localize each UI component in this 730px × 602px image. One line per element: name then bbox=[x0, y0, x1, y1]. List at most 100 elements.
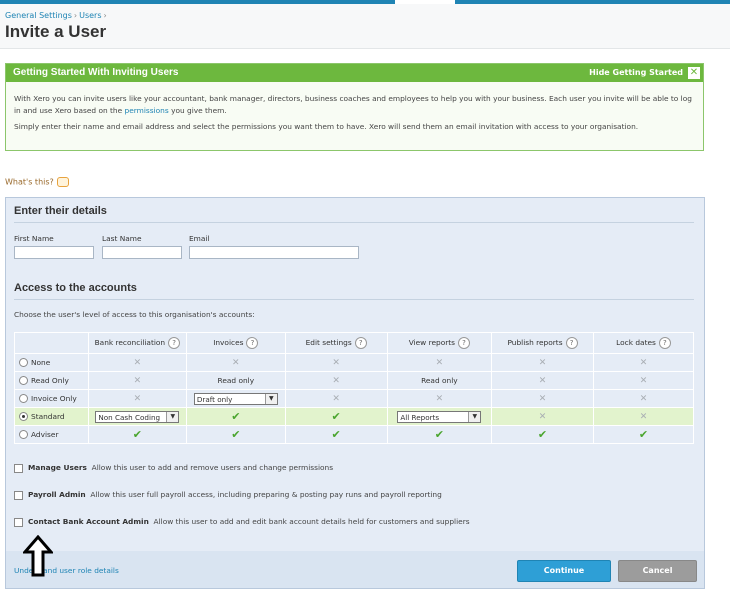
breadcrumb: General Settings › Users › bbox=[5, 11, 107, 20]
cross-icon: ✕ bbox=[538, 375, 547, 386]
access-level-label: Invoice Only bbox=[31, 393, 77, 403]
continue-button[interactable]: Continue bbox=[517, 560, 611, 582]
access-level-cell[interactable]: Invoice Only bbox=[14, 389, 89, 408]
last-name-input[interactable] bbox=[102, 246, 182, 259]
first-name-input[interactable] bbox=[14, 246, 94, 259]
email-input[interactable] bbox=[189, 246, 359, 259]
column-header: View reports? bbox=[386, 332, 492, 354]
chevron-down-icon[interactable]: ▼ bbox=[468, 411, 481, 422]
permission-cell: ✔ bbox=[593, 425, 694, 444]
access-section-title: Access to the accounts bbox=[14, 282, 137, 294]
permission-cell: ✕ bbox=[186, 353, 286, 372]
access-row-none[interactable]: None ✕ ✕ ✕ ✕ ✕ ✕ bbox=[14, 353, 694, 372]
cross-icon: ✕ bbox=[538, 357, 547, 368]
cross-icon: ✕ bbox=[332, 357, 340, 368]
details-section-title: Enter their details bbox=[14, 205, 107, 217]
cancel-button[interactable]: Cancel bbox=[618, 560, 697, 582]
permission-text: Read only bbox=[217, 376, 255, 385]
page-title: Invite a User bbox=[5, 22, 107, 41]
permission-cell: ✔ bbox=[186, 407, 286, 426]
help-icon[interactable]: ? bbox=[565, 337, 578, 349]
permission-cell: Non Cash Coding ▼ bbox=[87, 407, 188, 426]
access-table-header: Bank reconciliation? Invoices? Edit sett… bbox=[14, 332, 694, 354]
check-icon: ✔ bbox=[331, 428, 341, 441]
arrow-cursor-icon bbox=[23, 535, 53, 577]
access-level-radio[interactable] bbox=[19, 430, 28, 440]
access-level-radio[interactable] bbox=[19, 394, 28, 404]
help-icon[interactable]: ? bbox=[658, 337, 671, 349]
close-icon[interactable]: ✕ bbox=[688, 67, 700, 79]
permissions-link[interactable]: permissions bbox=[125, 106, 169, 115]
permission-cell: ✕ bbox=[490, 389, 595, 408]
permission-contact-bank-admin: Contact Bank Account Admin Allow this us… bbox=[14, 517, 470, 527]
access-row-standard[interactable]: Standard Non Cash Coding ▼ ✔ ✔ All Reports ▼ ✕ ✕ bbox=[14, 407, 694, 426]
chevron-down-icon[interactable]: ▼ bbox=[264, 393, 277, 404]
whats-this-link[interactable]: What's this? bbox=[5, 177, 69, 187]
speech-bubble-icon bbox=[56, 177, 69, 187]
cross-icon: ✕ bbox=[639, 411, 648, 422]
permission-cell: ✕ bbox=[284, 371, 388, 390]
dropdown-value: Draft only bbox=[196, 394, 233, 404]
access-level-radio[interactable] bbox=[19, 376, 28, 386]
breadcrumb-users[interactable]: Users bbox=[79, 11, 101, 20]
access-description: Choose the user's level of access to thi… bbox=[14, 310, 255, 319]
permission-text: Read only bbox=[421, 376, 458, 385]
contact-bank-admin-checkbox[interactable] bbox=[14, 517, 23, 527]
cross-icon: ✕ bbox=[232, 357, 240, 368]
first-name-label: First Name bbox=[14, 234, 54, 243]
email-label: Email bbox=[189, 234, 210, 243]
permission-manage-users: Manage Users Allow this user to add and … bbox=[14, 463, 333, 473]
cross-icon: ✕ bbox=[133, 375, 142, 386]
permission-dropdown[interactable]: All Reports ▼ bbox=[397, 410, 482, 423]
header-blank bbox=[14, 332, 89, 354]
getting-started-title: Getting Started With Inviting Users bbox=[13, 67, 179, 78]
access-level-cell[interactable]: None bbox=[14, 353, 89, 372]
check-icon: ✔ bbox=[231, 428, 241, 441]
access-level-cell[interactable]: Adviser bbox=[14, 425, 89, 444]
column-header: Lock dates? bbox=[593, 332, 694, 354]
breadcrumb-general-settings[interactable]: General Settings bbox=[5, 11, 72, 20]
permission-cell: ✕ bbox=[87, 371, 188, 390]
form-footer: Understand user role details Continue Ca… bbox=[6, 551, 704, 588]
permission-cell: ✕ bbox=[593, 371, 694, 390]
access-level-cell[interactable]: Standard bbox=[14, 407, 89, 426]
help-icon[interactable]: ? bbox=[168, 337, 181, 349]
invite-form-panel: Enter their details First Name Last Name… bbox=[5, 197, 705, 589]
access-level-label: Read Only bbox=[31, 375, 69, 385]
access-level-radio[interactable] bbox=[19, 358, 28, 368]
permission-cell: Read only bbox=[186, 371, 286, 390]
getting-started-para-1: With Xero you can invite users like your… bbox=[14, 94, 692, 115]
access-row-adviser[interactable]: Adviser ✔ ✔ ✔ ✔ ✔ ✔ bbox=[14, 425, 694, 444]
payroll-admin-checkbox[interactable] bbox=[14, 490, 23, 500]
divider bbox=[14, 222, 694, 223]
cross-icon: ✕ bbox=[332, 375, 340, 386]
cross-icon: ✕ bbox=[639, 357, 648, 368]
cross-icon: ✕ bbox=[133, 393, 142, 404]
access-table: Bank reconciliation? Invoices? Edit sett… bbox=[14, 332, 694, 444]
access-level-radio[interactable] bbox=[19, 412, 28, 422]
access-level-cell[interactable]: Read Only bbox=[14, 371, 89, 390]
manage-users-checkbox[interactable] bbox=[14, 463, 23, 473]
help-icon[interactable]: ? bbox=[354, 337, 367, 349]
access-row-read-only[interactable]: Read Only ✕ Read only ✕ Read only ✕ ✕ bbox=[14, 371, 694, 390]
chevron-down-icon[interactable]: ▼ bbox=[166, 411, 179, 422]
help-icon[interactable]: ? bbox=[458, 337, 470, 349]
access-row-invoice-only[interactable]: Invoice Only ✕ Draft only ▼ ✕ ✕ ✕ ✕ bbox=[14, 389, 694, 408]
cross-icon: ✕ bbox=[639, 375, 648, 386]
check-icon: ✔ bbox=[638, 428, 649, 441]
permission-cell: ✔ bbox=[386, 425, 492, 444]
permission-dropdown[interactable]: Draft only ▼ bbox=[193, 392, 278, 405]
page-header: General Settings › Users › Invite a User bbox=[0, 4, 730, 49]
permission-cell: ✕ bbox=[87, 353, 188, 372]
access-level-label: Adviser bbox=[31, 429, 59, 439]
check-icon: ✔ bbox=[132, 428, 142, 441]
help-icon[interactable]: ? bbox=[246, 337, 259, 349]
dropdown-value: All Reports bbox=[400, 412, 440, 422]
permission-dropdown[interactable]: Non Cash Coding ▼ bbox=[95, 410, 180, 423]
permission-cell: Draft only ▼ bbox=[186, 389, 286, 408]
column-header: Invoices? bbox=[186, 332, 286, 354]
hide-getting-started-link[interactable]: Hide Getting Started bbox=[589, 68, 683, 77]
permission-cell: ✔ bbox=[186, 425, 286, 444]
cross-icon: ✕ bbox=[538, 393, 547, 404]
permission-cell: All Reports ▼ bbox=[386, 407, 492, 426]
